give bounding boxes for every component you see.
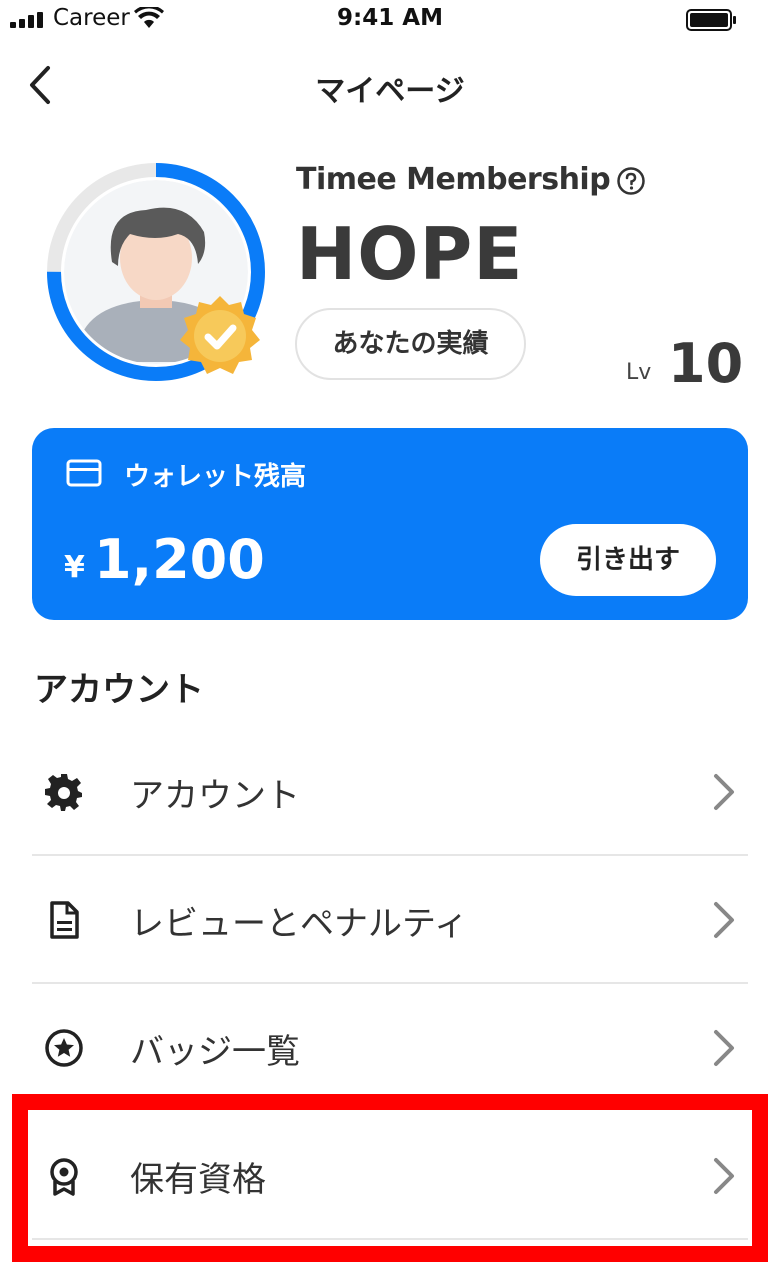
chevron-right-icon <box>714 1158 734 1194</box>
menu-item-badge-list[interactable]: バッジ一覧 <box>32 984 748 1112</box>
membership-label: Timee Membership <box>296 162 611 197</box>
menu-item-reviews-penalties[interactable]: レビューとペナルティ <box>32 856 748 984</box>
wallet-balance: 1,200 <box>94 528 265 591</box>
level-value: 10 <box>668 332 744 395</box>
menu-item-label: バッジ一覧 <box>130 1032 300 1072</box>
achievements-button[interactable]: あなたの実績 <box>295 308 526 380</box>
menu-item-account[interactable]: アカウント <box>32 728 748 856</box>
help-icon[interactable] <box>616 166 646 196</box>
chevron-right-icon <box>714 774 734 810</box>
divider <box>32 1238 748 1240</box>
document-icon <box>50 901 79 939</box>
verified-badge-icon <box>180 296 260 374</box>
section-heading-account: アカウント <box>34 670 204 710</box>
membership-rank: HOPE <box>296 212 524 296</box>
status-bar: Career 9:41 AM <box>0 0 780 40</box>
menu-item-label: アカウント <box>130 776 300 816</box>
menu-item-label: レビューとペナルティ <box>130 904 468 944</box>
wallet-title: ウォレット残高 <box>124 462 307 492</box>
menu-item-label: 保有資格 <box>130 1160 266 1200</box>
level-label: Lv <box>626 360 652 385</box>
my-page-screen: Career 9:41 AM マイページ Timee Membership HO… <box>0 0 780 1275</box>
star-circle-icon <box>45 1029 83 1067</box>
gear-icon <box>45 774 82 811</box>
award-icon <box>50 1158 78 1196</box>
chevron-right-icon <box>714 902 734 938</box>
credit-card-icon <box>66 459 102 487</box>
page-title: マイページ <box>315 74 465 109</box>
wallet-card: ウォレット残高 ¥ 1,200 引き出す <box>32 428 748 620</box>
chevron-right-icon <box>714 1030 734 1066</box>
status-time: 9:41 AM <box>337 5 443 31</box>
menu-item-qualifications[interactable]: 保有資格 <box>32 1112 748 1240</box>
withdraw-button[interactable]: 引き出す <box>540 524 716 596</box>
currency-symbol: ¥ <box>64 550 85 585</box>
battery-icon <box>686 9 736 31</box>
